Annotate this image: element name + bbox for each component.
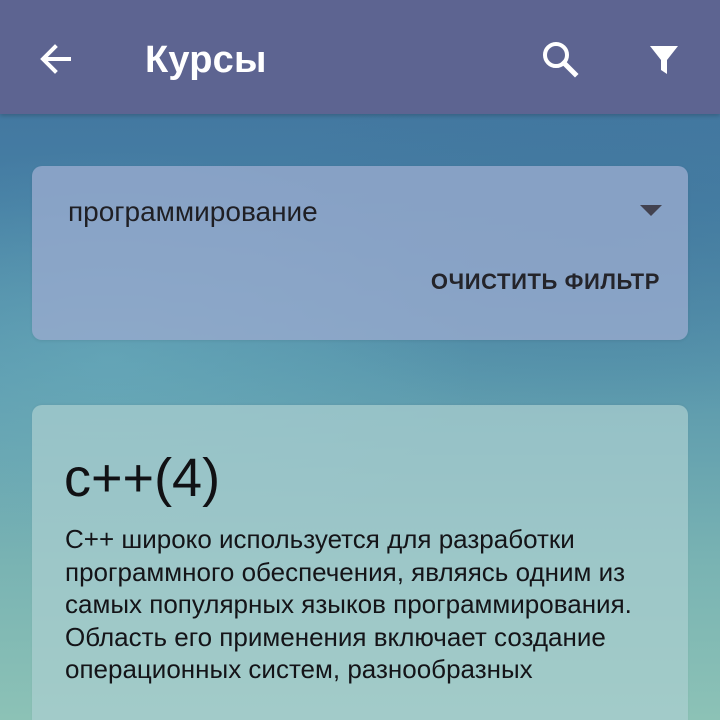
- search-button[interactable]: [530, 29, 590, 89]
- caret-down-icon: [640, 205, 662, 216]
- filter-card: программирование: [32, 166, 688, 340]
- screen: Курсы программирование ОЧИСТИТЬ ФИЛЬТР c…: [0, 0, 720, 720]
- filter-button[interactable]: [634, 29, 694, 89]
- course-card[interactable]: c++(4) C++ широко используется для разра…: [32, 405, 688, 720]
- arrow-left-icon: [40, 44, 71, 74]
- category-dropdown[interactable]: программирование: [32, 166, 688, 258]
- category-dropdown-value: программирование: [68, 196, 318, 227]
- clear-filter-button[interactable]: ОЧИСТИТЬ ФИЛЬТР: [360, 254, 660, 310]
- filter-icon: [650, 46, 678, 74]
- back-button[interactable]: [26, 29, 86, 89]
- app-bar: Курсы: [0, 0, 720, 114]
- course-description: C++ широко используется для разработки п…: [65, 524, 632, 684]
- page-title: Курсы: [145, 39, 267, 81]
- course-title: c++(4): [64, 448, 221, 508]
- search-icon: [543, 42, 579, 78]
